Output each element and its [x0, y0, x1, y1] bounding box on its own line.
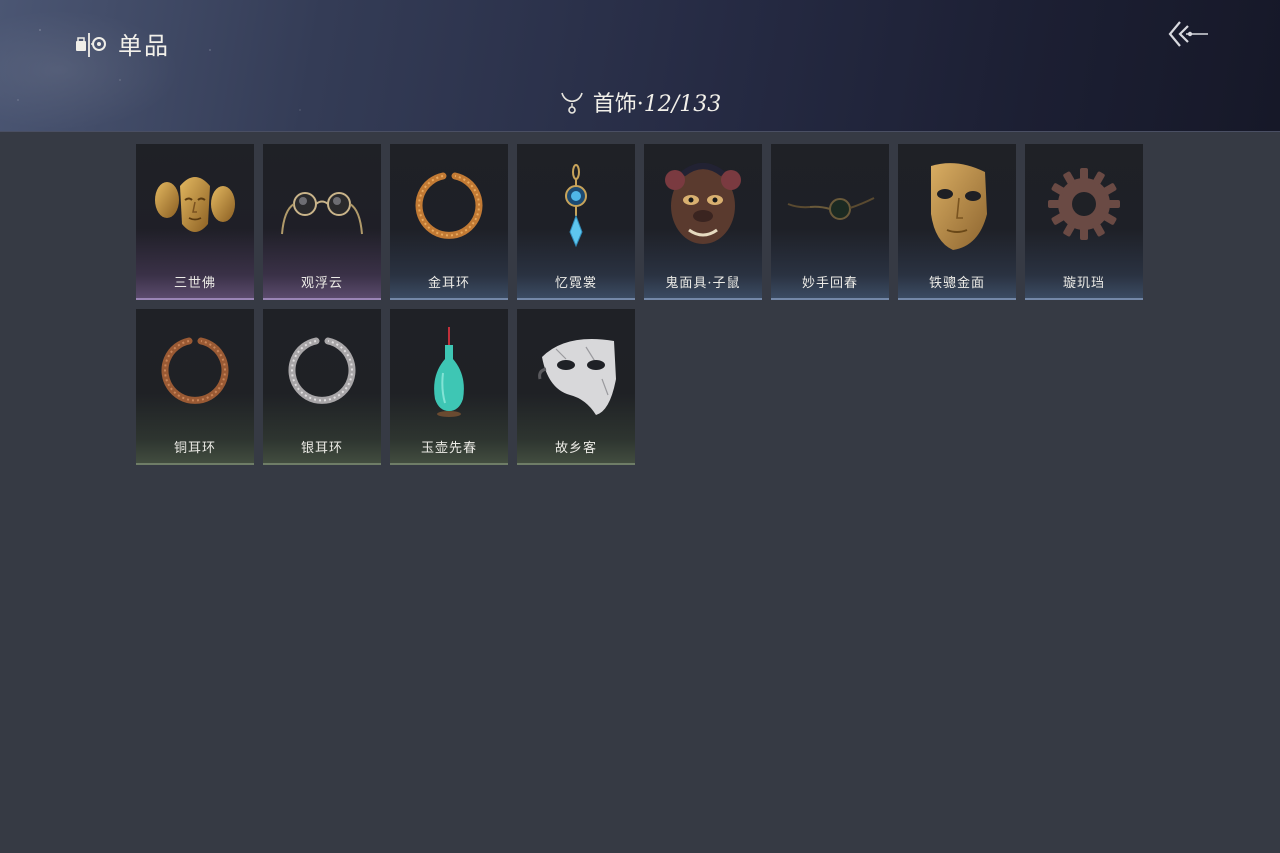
dark-glasses-icon: [787, 197, 875, 220]
category-name: 首饰: [592, 92, 637, 117]
item-card[interactable]: 银耳环: [263, 309, 381, 465]
items-category-icon: [76, 32, 106, 57]
collection-count: 12/133: [643, 92, 722, 117]
blue-gem-pendant-icon: [565, 164, 587, 248]
item-card[interactable]: 铁骢金面: [898, 144, 1016, 300]
item-name: 观浮云: [300, 276, 343, 291]
item-card[interactable]: 观浮云: [263, 144, 381, 300]
item-name: 忆霓裳: [554, 276, 597, 291]
golden-face-mask-icon: [931, 163, 987, 250]
gold-earring-icon: [415, 172, 483, 239]
item-name: 铁骢金面: [928, 276, 985, 291]
item-card[interactable]: 铜耳环: [136, 309, 254, 465]
necklace-icon: [561, 92, 583, 114]
item-name: 玉壶先春: [420, 441, 477, 456]
round-spectacles-icon: [281, 192, 363, 235]
silver-earring-icon: [288, 337, 356, 404]
category-heading: 首饰·12/133: [0, 86, 1280, 118]
item-name: 铜耳环: [173, 441, 216, 456]
item-name: 三世佛: [173, 276, 216, 291]
three-face-buddha-mask-icon: [155, 177, 235, 232]
item-card[interactable]: 鬼面具·子鼠: [644, 144, 762, 300]
category-separator: ·: [636, 92, 644, 117]
item-name: 鬼面具·子鼠: [665, 276, 741, 291]
item-grid: 三世佛 观浮云 金耳环 忆霓裳 鬼面具·子鼠 妙手回春 铁骢金面 璇玑珰 铜耳环…: [136, 144, 1146, 465]
item-card[interactable]: 璇玑珰: [1025, 144, 1143, 300]
rat-demon-mask-icon: [665, 163, 741, 244]
item-card[interactable]: 三世佛: [136, 144, 254, 300]
item-name: 妙手回春: [801, 276, 858, 291]
item-card[interactable]: 故乡客: [517, 309, 635, 465]
gear-ring-icon: [1048, 168, 1120, 240]
back-arrow-icon[interactable]: [1166, 18, 1212, 52]
category-label: 首饰·12/133: [593, 86, 721, 118]
white-half-mask-icon: [538, 339, 616, 415]
item-name: 金耳环: [427, 276, 470, 291]
page-title: 单品: [118, 32, 170, 60]
copper-earring-icon: [161, 337, 229, 404]
item-card[interactable]: 忆霓裳: [517, 144, 635, 300]
page-heading: 单品: [74, 26, 170, 61]
item-name: 银耳环: [300, 441, 343, 456]
item-card[interactable]: 玉壶先春: [390, 309, 508, 465]
item-card[interactable]: 金耳环: [390, 144, 508, 300]
top-banner: 单品 首饰·12/133: [0, 0, 1280, 132]
jade-vase-icon: [434, 327, 464, 417]
item-name: 璇玑珰: [1062, 276, 1105, 291]
item-name: 故乡客: [554, 441, 597, 456]
item-card[interactable]: 妙手回春: [771, 144, 889, 300]
